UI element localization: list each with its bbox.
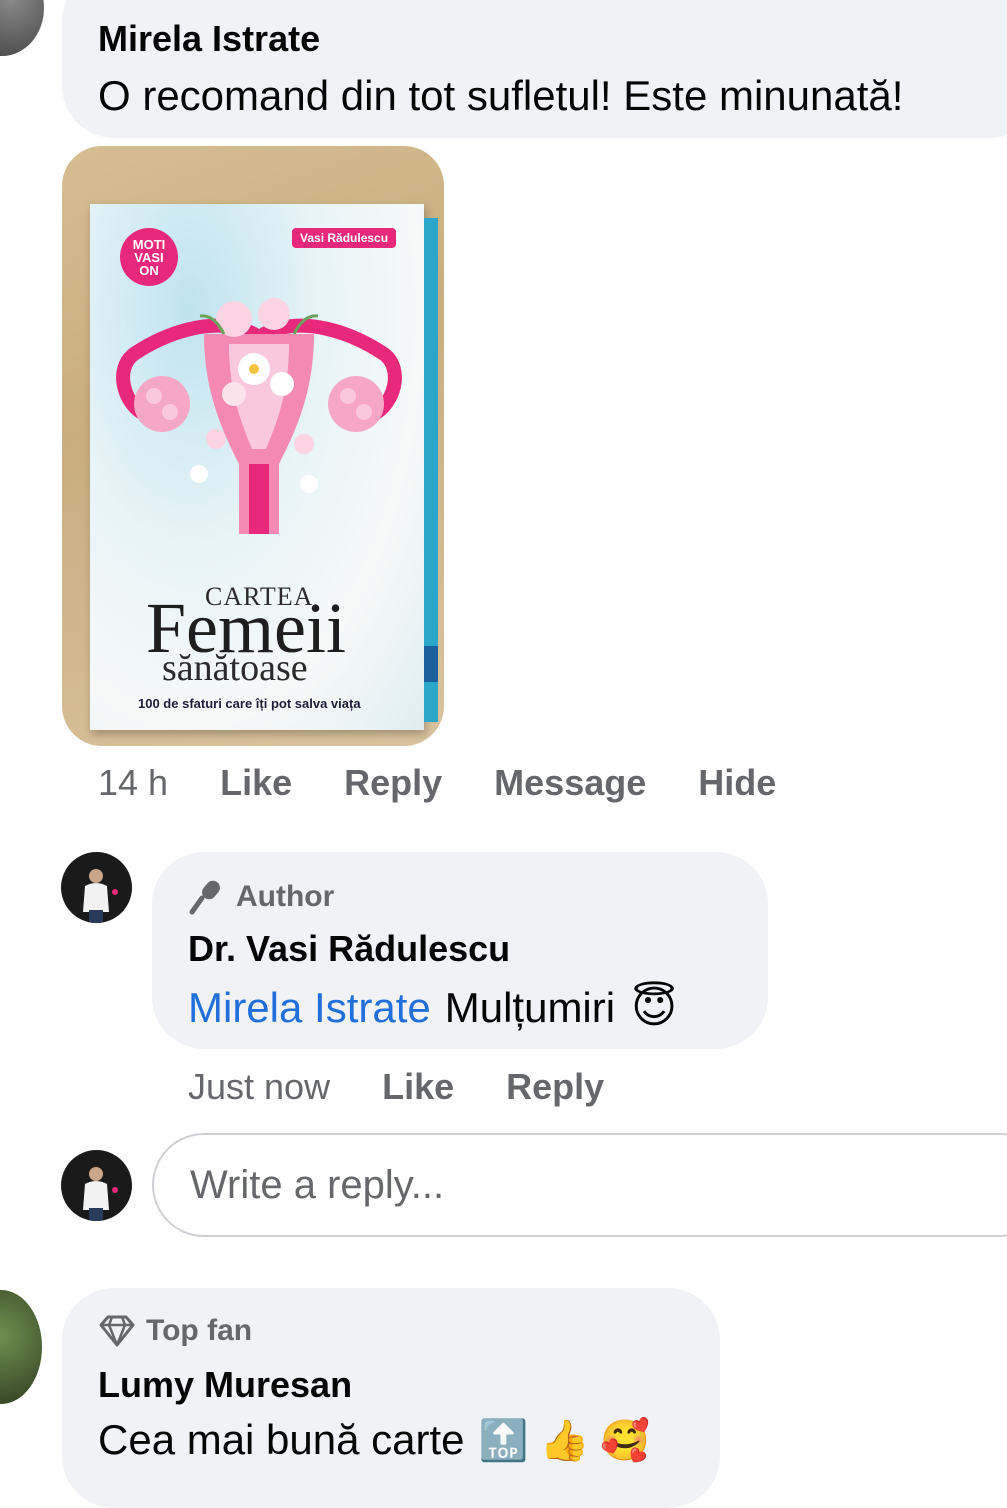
avatar-mirela[interactable] bbox=[0, 0, 44, 56]
book-cover: MOTI VASI ON Vasi Rădulescu CARTEA Femei… bbox=[90, 204, 424, 730]
halo-emoji: 😇 bbox=[631, 983, 677, 1032]
hide-button[interactable]: Hide bbox=[698, 762, 776, 804]
comment-photo[interactable]: MOTI VASI ON Vasi Rădulescu CARTEA Femei… bbox=[62, 146, 444, 746]
comment-text: Cea mai bună carte 🔝 👍 🥰 bbox=[98, 1416, 650, 1464]
book-spine-band bbox=[424, 646, 438, 682]
reply-message: Mulțumiri bbox=[444, 983, 616, 1031]
reply-button[interactable]: Reply bbox=[506, 1066, 604, 1108]
comment-author[interactable]: Mirela Istrate bbox=[98, 18, 320, 60]
reply-input[interactable] bbox=[152, 1133, 1007, 1237]
top-fan-label: Top fan bbox=[146, 1314, 253, 1347]
diamond-icon bbox=[99, 1315, 135, 1347]
avatar-person-icon bbox=[83, 1167, 118, 1221]
emoji-group: 🔝 👍 🥰 bbox=[478, 1418, 651, 1463]
book-illustration bbox=[116, 298, 402, 534]
reply-button[interactable]: Reply bbox=[344, 762, 442, 804]
mention-link[interactable]: Mirela Istrate bbox=[188, 984, 431, 1032]
top-fan-badge: Top fan bbox=[98, 1314, 252, 1348]
avatar-lumy[interactable] bbox=[0, 1290, 42, 1404]
like-button[interactable]: Like bbox=[382, 1066, 454, 1108]
comment-text: O recomand din tot sufletul! Este minuna… bbox=[98, 72, 904, 119]
like-button[interactable]: Like bbox=[220, 762, 292, 804]
book-title-sub: sănătoase bbox=[162, 647, 308, 689]
reply-time: Just now bbox=[188, 1066, 331, 1107]
comment-actions-mirela: 14 h Like Reply Message Hide bbox=[98, 762, 776, 804]
comment-author[interactable]: Lumy Muresan bbox=[98, 1364, 352, 1406]
avatar-vasi[interactable] bbox=[61, 852, 132, 923]
comment-time: 14 h bbox=[98, 762, 169, 803]
comment-message: Cea mai bună carte bbox=[98, 1416, 465, 1463]
microphone-icon bbox=[189, 880, 220, 915]
reply-actions: Just now Like Reply bbox=[188, 1066, 604, 1108]
reply-text: Mirela Istrate Mulțumiri 😇 bbox=[188, 982, 677, 1033]
author-badge-label: Author bbox=[236, 880, 335, 913]
author-badge: Author bbox=[188, 878, 334, 916]
book-author-tag: Vasi Rădulescu bbox=[292, 228, 397, 248]
book-tagline: 100 de sfaturi care îți pot salva viața bbox=[138, 696, 361, 711]
reply-author[interactable]: Dr. Vasi Rădulescu bbox=[188, 928, 510, 970]
message-button[interactable]: Message bbox=[494, 762, 646, 804]
avatar-person-icon bbox=[83, 869, 118, 923]
avatar-current-user bbox=[61, 1150, 132, 1221]
